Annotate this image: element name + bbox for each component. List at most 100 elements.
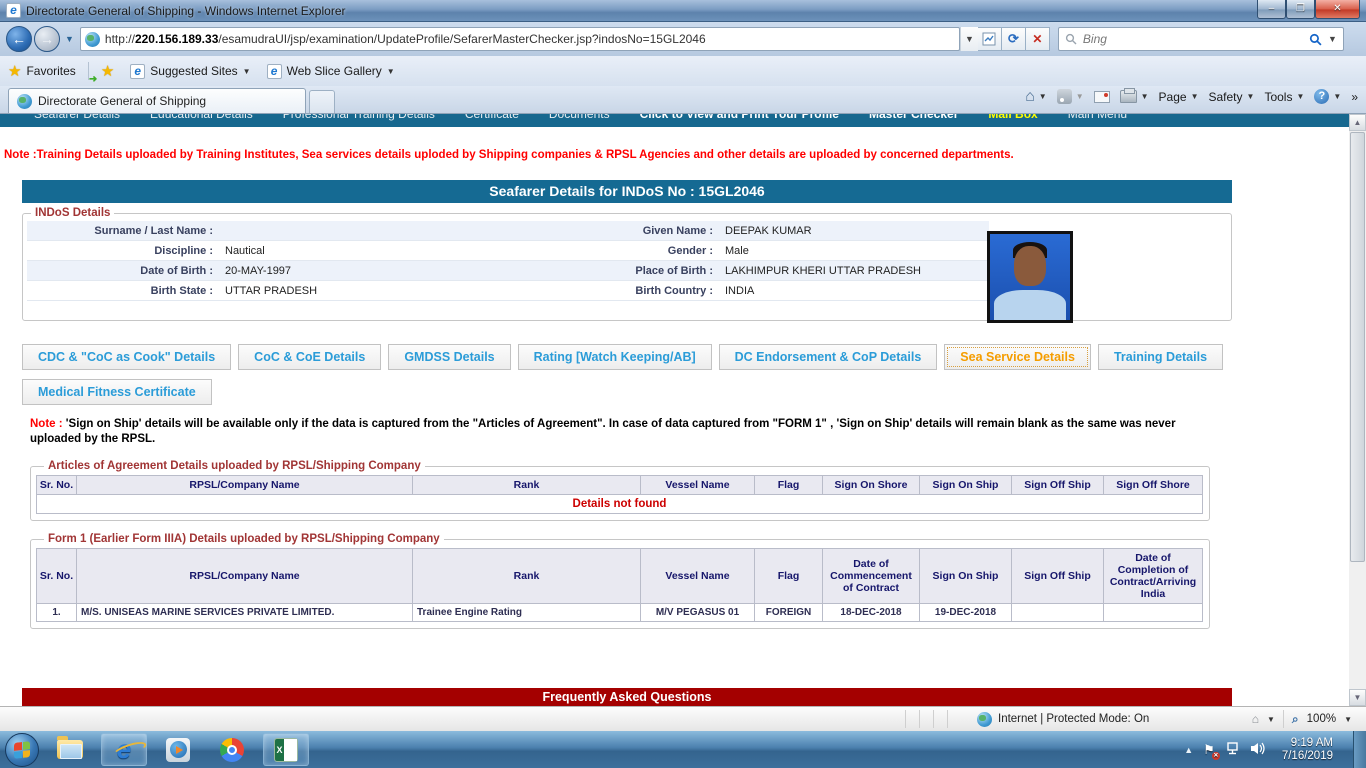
tab-coc-coe-details[interactable]: CoC & CoE Details bbox=[238, 344, 382, 370]
taskbar-clock[interactable]: 9:19 AM 7/16/2019 bbox=[1282, 737, 1333, 763]
search-go-icon[interactable] bbox=[1309, 33, 1322, 46]
network-icon[interactable] bbox=[1225, 741, 1240, 758]
taskbar-explorer-button[interactable] bbox=[47, 733, 93, 766]
field-label: Given Name : bbox=[642, 224, 713, 237]
home-button[interactable]: ⌂ ▼ bbox=[1025, 88, 1047, 104]
tab-cdc-coc-as-cook-details[interactable]: CDC & "CoC as Cook" Details bbox=[22, 344, 232, 370]
search-placeholder: Bing bbox=[1082, 32, 1107, 46]
nav-item[interactable]: Master Checker bbox=[869, 114, 958, 121]
show-hidden-icons-button[interactable]: ▲ bbox=[1184, 745, 1193, 755]
column-header: Sign On Shore bbox=[822, 475, 920, 495]
nav-item[interactable]: Certificate bbox=[465, 114, 519, 121]
chevron-down-icon: ▼ bbox=[386, 66, 395, 76]
suggested-sites-label: Suggested Sites bbox=[150, 64, 238, 78]
restore-button[interactable]: ❐ bbox=[1286, 0, 1315, 19]
search-icon bbox=[1065, 33, 1077, 45]
new-tab-stub[interactable] bbox=[309, 90, 335, 113]
print-button[interactable]: ▼ bbox=[1119, 88, 1149, 103]
media-player-icon bbox=[166, 737, 190, 762]
faq-bar[interactable]: Frequently Asked Questions bbox=[22, 688, 1232, 707]
scroll-down-icon[interactable]: ▼ bbox=[1349, 689, 1366, 706]
nav-item[interactable]: Documents bbox=[549, 114, 610, 121]
read-mail-button[interactable] bbox=[1093, 90, 1110, 103]
protected-mode-icon[interactable]: ⌂ bbox=[1252, 712, 1259, 726]
forward-button[interactable]: → bbox=[34, 26, 60, 52]
window-title: Directorate General of Shipping - Window… bbox=[26, 3, 346, 18]
stop-icon[interactable]: ✕ bbox=[1025, 27, 1050, 51]
nav-item[interactable]: Main Menu bbox=[1068, 114, 1127, 121]
minimize-button[interactable]: – bbox=[1257, 0, 1286, 19]
indos-row: Date of Birth : 20-MAY-1997 Place of Birth… bbox=[27, 261, 989, 281]
add-favorites-button[interactable]: ★ ➜ bbox=[89, 59, 122, 85]
scrollbar-thumb[interactable] bbox=[1350, 132, 1365, 562]
nav-item[interactable]: Educational Details bbox=[150, 114, 253, 121]
field-label: Gender : bbox=[667, 244, 713, 257]
folder-icon bbox=[57, 736, 83, 759]
start-button[interactable] bbox=[5, 732, 39, 767]
url-dropdown-icon[interactable]: ▼ bbox=[959, 27, 978, 51]
volume-icon[interactable] bbox=[1250, 742, 1266, 758]
field-label: Date of Birth : bbox=[140, 264, 213, 277]
url-field[interactable]: http://220.156.189.33/esamudraUI/jsp/exa… bbox=[79, 27, 960, 51]
tab-training-details[interactable]: Training Details bbox=[1097, 344, 1224, 370]
tab-rating-watch-keeping-ab[interactable]: Rating [Watch Keeping/AB] bbox=[517, 344, 712, 370]
zoom-level[interactable]: 100% bbox=[1307, 713, 1336, 725]
printer-icon bbox=[1119, 88, 1137, 103]
taskbar-chrome-button[interactable] bbox=[209, 733, 255, 766]
close-button[interactable]: ✕ bbox=[1315, 0, 1360, 19]
favorites-button[interactable]: ★ Favorites bbox=[0, 59, 84, 83]
help-button[interactable]: ? ▼ bbox=[1314, 89, 1341, 104]
form1-table: Sr. No. RPSL/Company Name Rank Vessel Name F… bbox=[36, 548, 1203, 622]
taskbar-media-player-button[interactable] bbox=[155, 733, 201, 766]
compatibility-view-icon[interactable] bbox=[977, 27, 1002, 51]
tab-sea-service-details[interactable]: Sea Service Details bbox=[944, 344, 1091, 370]
tab-medical-fitness-certificate[interactable]: Medical Fitness Certificate bbox=[22, 379, 212, 405]
site-nav: Seafarer Details Educational Details Profe… bbox=[0, 114, 1349, 127]
web-slice-gallery-button[interactable]: e Web Slice Gallery ▼ bbox=[259, 61, 403, 82]
zoom-icon[interactable]: ⌕ bbox=[1292, 712, 1299, 727]
favorites-bar: ★ Favorites ★ ➜ e Suggested Sites ▼ e We… bbox=[0, 56, 1366, 86]
chrome-icon bbox=[220, 737, 244, 762]
chevron-down-icon[interactable]: ▼ bbox=[1344, 715, 1352, 724]
articles-legend: Articles of Agreement Details uploaded b… bbox=[48, 460, 421, 472]
page-viewport: Seafarer Details Educational Details Profe… bbox=[0, 113, 1366, 707]
taskbar: e X ▲ ⚑ ✕ 9:19 AM 7/16/2019 bbox=[0, 731, 1366, 768]
chevron-down-icon[interactable]: ▼ bbox=[1267, 715, 1275, 724]
nav-item[interactable]: Click to View and Print Your Profile bbox=[640, 114, 839, 121]
field-label: Place of Birth : bbox=[635, 264, 713, 277]
overflow-chevron[interactable]: » bbox=[1351, 90, 1358, 104]
action-center-flag-icon[interactable]: ⚑ ✕ bbox=[1203, 742, 1220, 760]
taskbar-excel-button[interactable]: X bbox=[263, 733, 309, 766]
tab-row: Directorate General of Shipping ⌂ ▼ ▼ ▼ P… bbox=[0, 86, 1366, 113]
suggested-sites-button[interactable]: e Suggested Sites ▼ bbox=[122, 61, 258, 82]
refresh-icon[interactable]: ⟳ bbox=[1001, 27, 1026, 51]
nav-item[interactable]: Seafarer Details bbox=[34, 114, 120, 121]
help-icon: ? bbox=[1314, 89, 1330, 104]
table-row: 1. M/S. UNISEAS MARINE SERVICES PRIVATE L… bbox=[36, 603, 1203, 622]
nav-item[interactable]: Mail Box bbox=[988, 114, 1037, 121]
table-cell: FOREIGN bbox=[754, 603, 823, 622]
nav-item[interactable]: Professional Training Details bbox=[283, 114, 435, 121]
feeds-button[interactable]: ▼ bbox=[1056, 89, 1084, 104]
back-button[interactable]: ← bbox=[6, 26, 32, 52]
internet-zone-icon bbox=[977, 711, 992, 727]
field-value: DEEPAK KUMAR bbox=[725, 224, 812, 237]
tab-title: Directorate General of Shipping bbox=[38, 94, 207, 108]
search-dropdown-icon[interactable]: ▼ bbox=[1328, 34, 1337, 44]
taskbar-ie-button[interactable]: e bbox=[101, 733, 147, 766]
field-label: Discipline : bbox=[154, 244, 213, 257]
show-desktop-button[interactable] bbox=[1353, 731, 1366, 768]
history-dropdown-icon[interactable]: ▼ bbox=[65, 34, 74, 44]
tab-gmdss-details[interactable]: GMDSS Details bbox=[388, 344, 511, 370]
scroll-up-icon[interactable]: ▲ bbox=[1349, 114, 1366, 131]
page-scrollbar[interactable]: ▲ ▼ bbox=[1349, 114, 1366, 706]
favorites-label: Favorites bbox=[26, 64, 76, 78]
empty-message: Details not found bbox=[36, 494, 1203, 514]
tools-menu[interactable]: Tools ▼ bbox=[1264, 90, 1304, 104]
browser-tab[interactable]: Directorate General of Shipping bbox=[8, 88, 306, 113]
search-box[interactable]: Bing ▼ bbox=[1057, 27, 1344, 51]
column-header: Date of Commencement of Contract bbox=[822, 548, 920, 604]
page-menu[interactable]: Page ▼ bbox=[1159, 90, 1199, 104]
safety-menu[interactable]: Safety ▼ bbox=[1209, 90, 1255, 104]
tab-dc-endorsement-cop-details[interactable]: DC Endorsement & CoP Details bbox=[718, 344, 938, 370]
